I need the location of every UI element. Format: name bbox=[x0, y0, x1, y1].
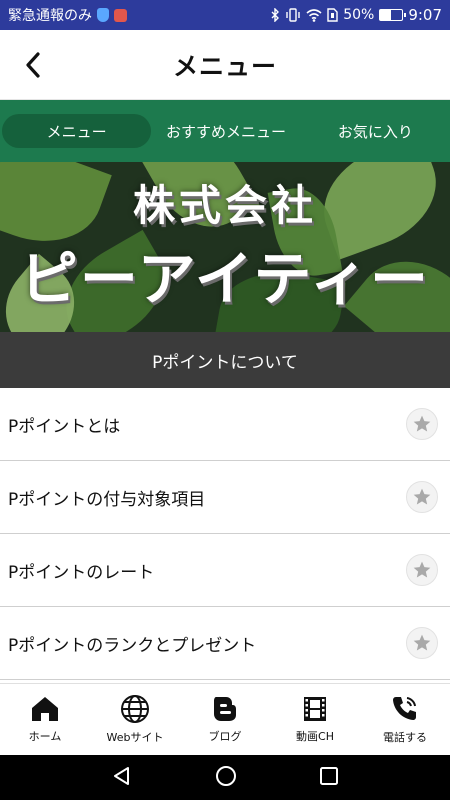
phone-icon bbox=[393, 697, 416, 720]
nav-video-channel[interactable]: 動画CH bbox=[270, 684, 360, 755]
wifi-icon bbox=[306, 8, 322, 22]
tab-favorites[interactable]: お気に入り bbox=[301, 114, 450, 148]
tab-bar: メニュー おすすめメニュー お気に入り bbox=[0, 100, 450, 162]
nav-home-label: ホーム bbox=[28, 730, 62, 743]
nav-website-label: Webサイト bbox=[106, 731, 164, 744]
system-recents-button[interactable] bbox=[319, 766, 339, 790]
blogger-icon bbox=[214, 697, 236, 721]
tab-menu[interactable]: メニュー bbox=[2, 114, 152, 148]
company-banner: 株式会社 ピーアイティー bbox=[0, 162, 450, 332]
square-recents-icon bbox=[320, 766, 338, 785]
notification-app-icon bbox=[114, 8, 127, 22]
bluetooth-icon bbox=[270, 8, 280, 22]
shield-icon bbox=[97, 8, 109, 22]
nav-blog-label: ブログ bbox=[208, 730, 242, 743]
tab-recommended-menu[interactable]: おすすめメニュー bbox=[151, 114, 300, 148]
list-item-label: Pポイントとは bbox=[8, 416, 121, 437]
favorite-button[interactable] bbox=[406, 408, 438, 440]
star-icon bbox=[413, 634, 431, 651]
list-item[interactable]: Pポイントのランクとプレゼント bbox=[0, 607, 450, 680]
list-item-label: Pポイントのレート bbox=[8, 562, 155, 583]
nav-blog[interactable]: ブログ bbox=[180, 684, 270, 755]
star-icon bbox=[413, 415, 431, 432]
banner-company-name: ピーアイティー bbox=[19, 245, 431, 313]
system-home-button[interactable] bbox=[215, 765, 237, 791]
nav-call-label: 電話する bbox=[383, 731, 427, 744]
favorite-button[interactable] bbox=[406, 554, 438, 586]
banner-company-prefix: 株式会社 bbox=[132, 181, 317, 230]
globe-icon bbox=[121, 695, 149, 723]
page-title: メニュー bbox=[172, 51, 277, 81]
film-icon bbox=[304, 697, 326, 721]
favorite-button[interactable] bbox=[406, 481, 438, 513]
list-item[interactable]: Pポイントのレート bbox=[0, 534, 450, 607]
section-header: Pポイントについて bbox=[0, 332, 450, 388]
emergency-only-text: 緊急通報のみ bbox=[8, 8, 92, 24]
header: メニュー bbox=[0, 30, 450, 100]
battery-icon bbox=[379, 9, 407, 21]
list-item[interactable]: Pポイントの付与対象項目 bbox=[0, 461, 450, 534]
nav-home[interactable]: ホーム bbox=[0, 684, 90, 755]
nav-video-channel-label: 動画CH bbox=[296, 730, 334, 743]
triangle-back-icon bbox=[114, 766, 129, 785]
clock: 9:07 bbox=[408, 6, 442, 24]
system-back-button[interactable] bbox=[111, 765, 133, 791]
battery-percent: 50% bbox=[343, 7, 375, 23]
system-nav-bar bbox=[0, 755, 450, 800]
favorite-button[interactable] bbox=[406, 627, 438, 659]
list-item-label: Pポイントの付与対象項目 bbox=[8, 489, 206, 510]
bottom-nav: ホーム Webサイト ブログ 動画CH 電話する bbox=[0, 683, 450, 755]
nav-call[interactable]: 電話する bbox=[360, 684, 450, 755]
star-icon bbox=[413, 561, 431, 578]
chevron-left-icon bbox=[26, 52, 40, 78]
sim-icon bbox=[327, 8, 338, 22]
home-icon bbox=[32, 697, 58, 721]
vibrate-icon bbox=[285, 8, 301, 22]
battery-level bbox=[380, 10, 392, 20]
list-item[interactable]: Pポイントとは bbox=[0, 388, 450, 461]
menu-list: Pポイントとは Pポイントの付与対象項目 Pポイントのレート Pポイントのランク… bbox=[0, 388, 450, 680]
back-button[interactable] bbox=[16, 48, 50, 82]
circle-home-icon bbox=[216, 765, 236, 786]
star-icon bbox=[413, 488, 431, 505]
list-item-label: Pポイントのランクとプレゼント bbox=[8, 635, 257, 656]
nav-website[interactable]: Webサイト bbox=[90, 684, 180, 755]
status-bar: 緊急通報のみ 50% 9:07 bbox=[0, 0, 450, 30]
